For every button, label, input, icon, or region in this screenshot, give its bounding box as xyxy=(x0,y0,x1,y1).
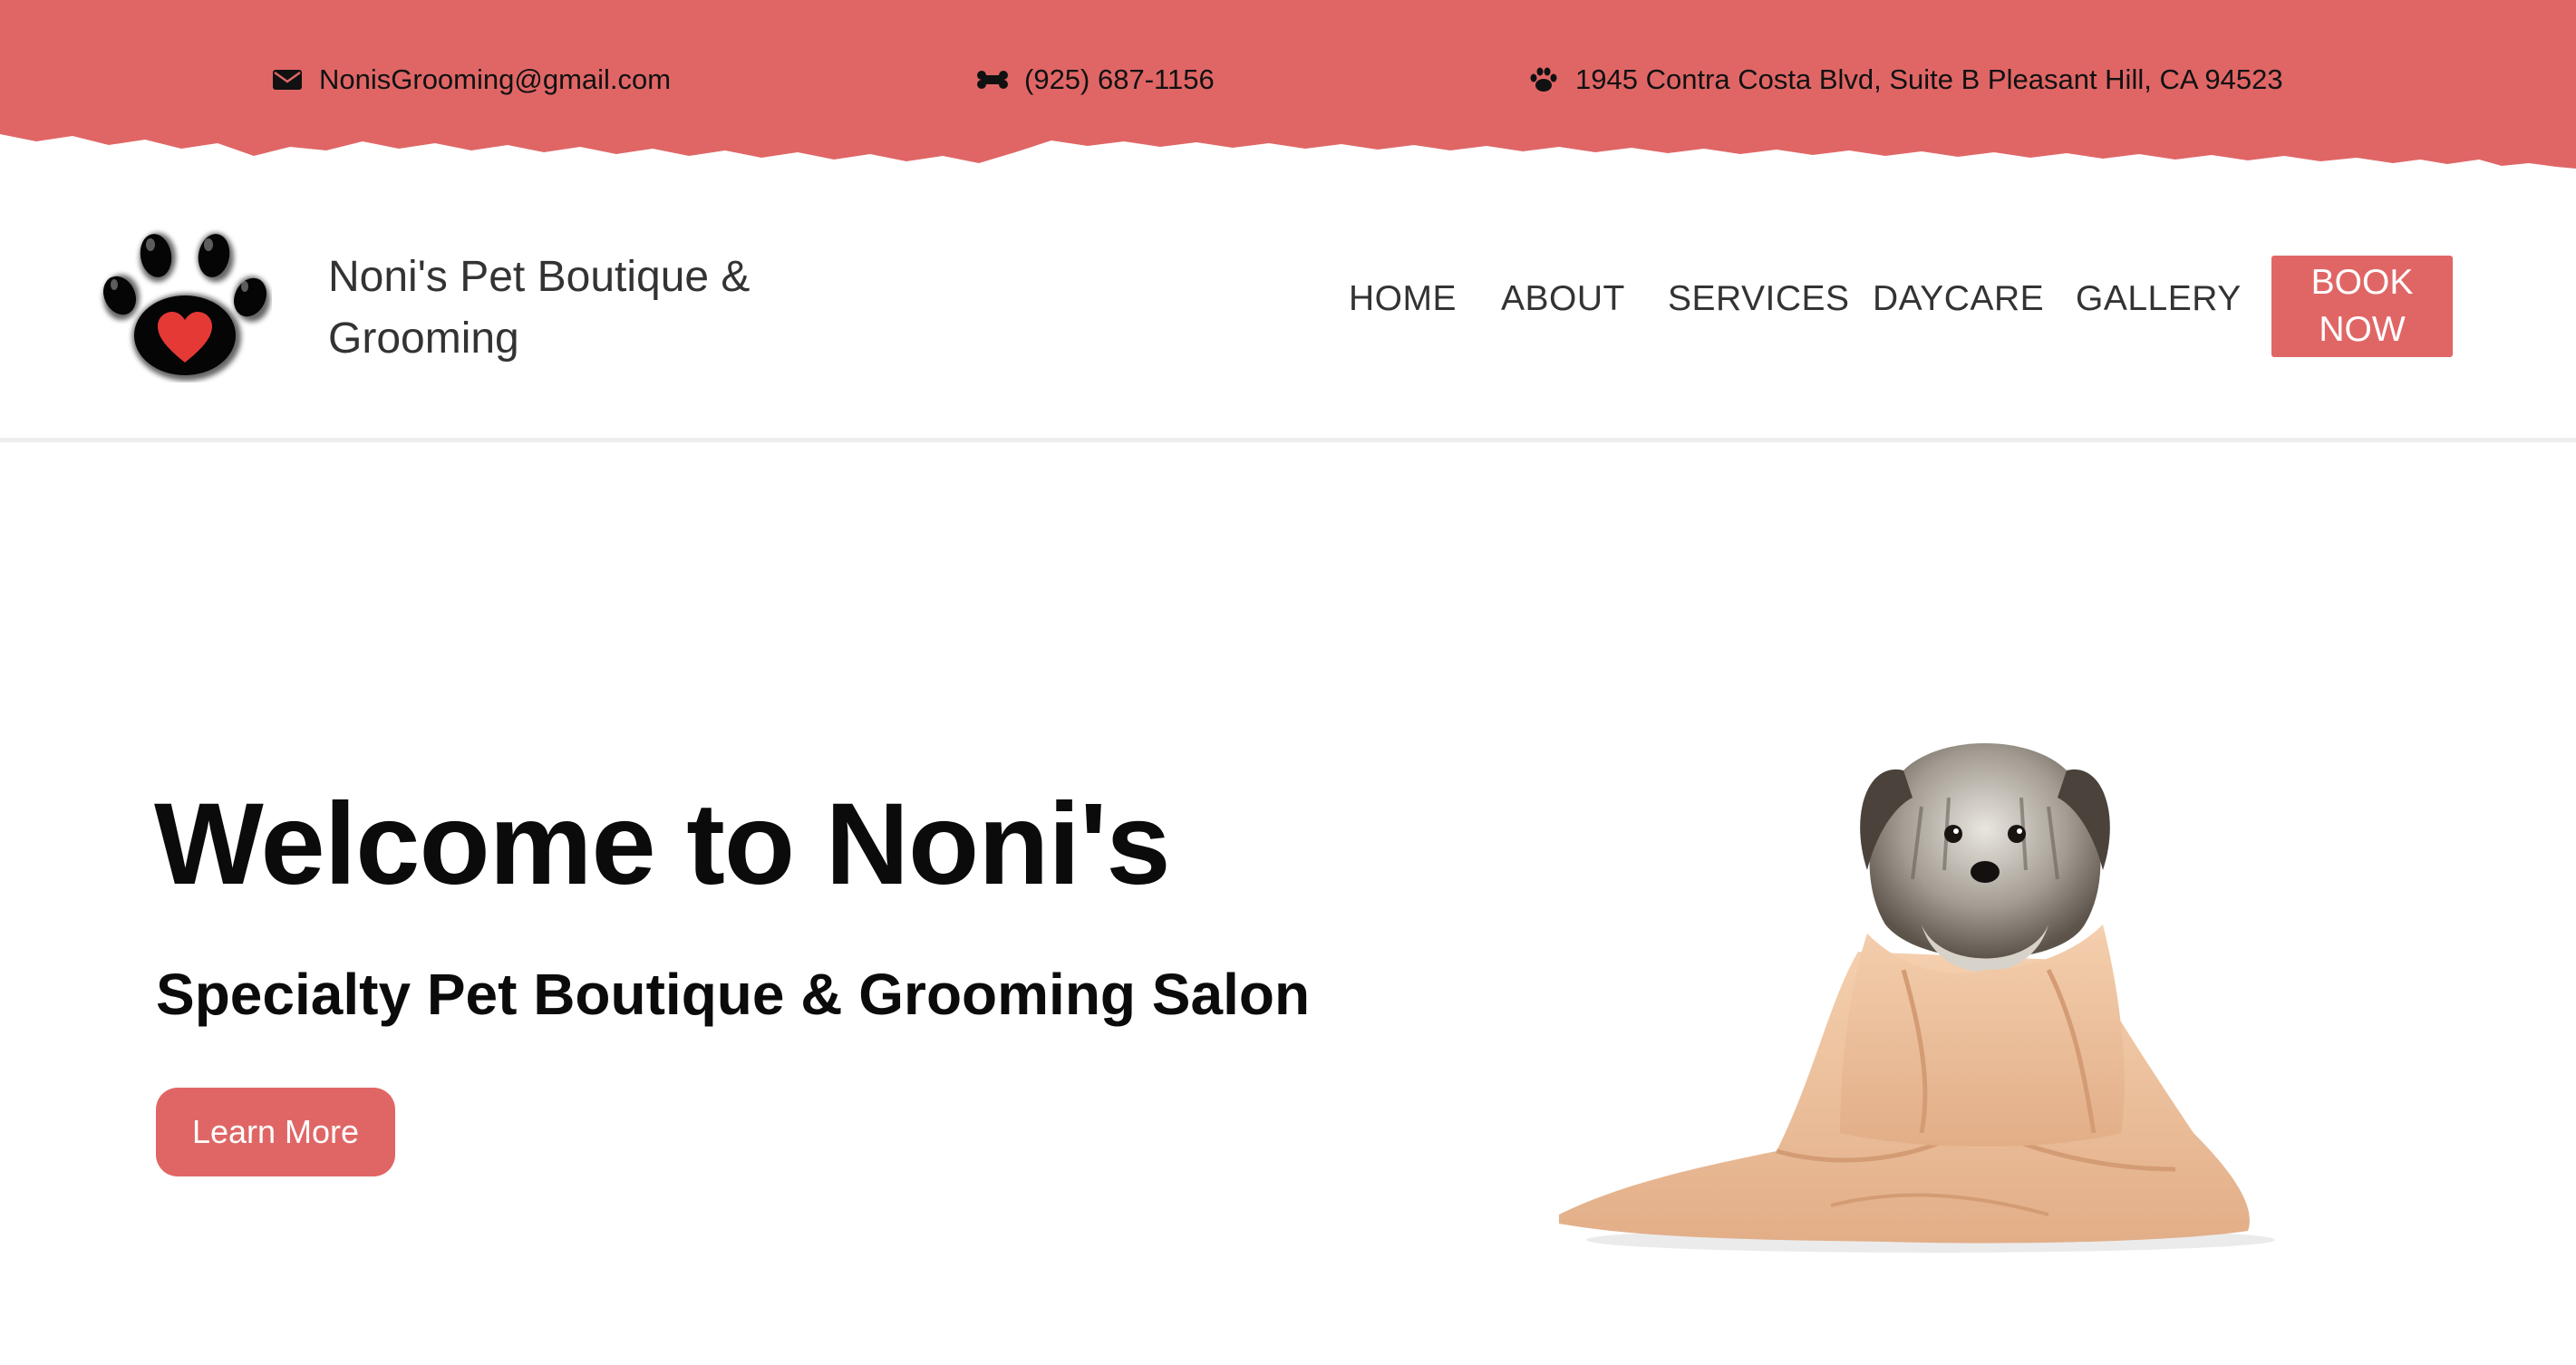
nav-daycare[interactable]: DAYCARE xyxy=(1873,279,2044,319)
email-text: NonisGrooming@gmail.com xyxy=(319,63,672,95)
book-now-line2: NOW xyxy=(2319,310,2406,349)
puppy-in-towel-image xyxy=(1559,743,2275,1253)
paw-heart-logo[interactable] xyxy=(98,227,272,382)
book-now-line1: BOOK xyxy=(2310,263,2414,302)
contact-bar: NonisGrooming@gmail.com (925) 687-1156 1… xyxy=(0,0,2576,181)
bone-icon xyxy=(977,71,1008,89)
envelope-icon xyxy=(273,70,302,90)
site-header: Noni's Pet Boutique & Grooming HOME ABOU… xyxy=(0,181,2576,442)
nav-home[interactable]: HOME xyxy=(1349,279,1457,319)
phone-text: (925) 687-1156 xyxy=(1024,63,1215,95)
paw-icon xyxy=(1530,67,1557,92)
nav-services[interactable]: SERVICES xyxy=(1668,279,1850,319)
hero-subtitle: Specialty Pet Boutique & Grooming Salon xyxy=(156,962,1311,1027)
contact-address[interactable]: 1945 Contra Costa Blvd, Suite B Pleasant… xyxy=(1528,60,2283,100)
contact-email[interactable]: NonisGrooming@gmail.com xyxy=(272,60,671,100)
book-now-button[interactable]: BOOK NOW xyxy=(2271,256,2453,357)
hero-title: Welcome to Noni's xyxy=(154,779,1171,909)
contact-phone[interactable]: (925) 687-1156 xyxy=(977,60,1215,100)
nav-about[interactable]: ABOUT xyxy=(1501,279,1625,319)
address-text: 1945 Contra Costa Blvd, Suite B Pleasant… xyxy=(1575,63,2283,95)
learn-more-button[interactable]: Learn More xyxy=(156,1088,395,1176)
nav-gallery[interactable]: GALLERY xyxy=(2076,279,2242,319)
brand-name[interactable]: Noni's Pet Boutique & Grooming xyxy=(328,247,836,370)
